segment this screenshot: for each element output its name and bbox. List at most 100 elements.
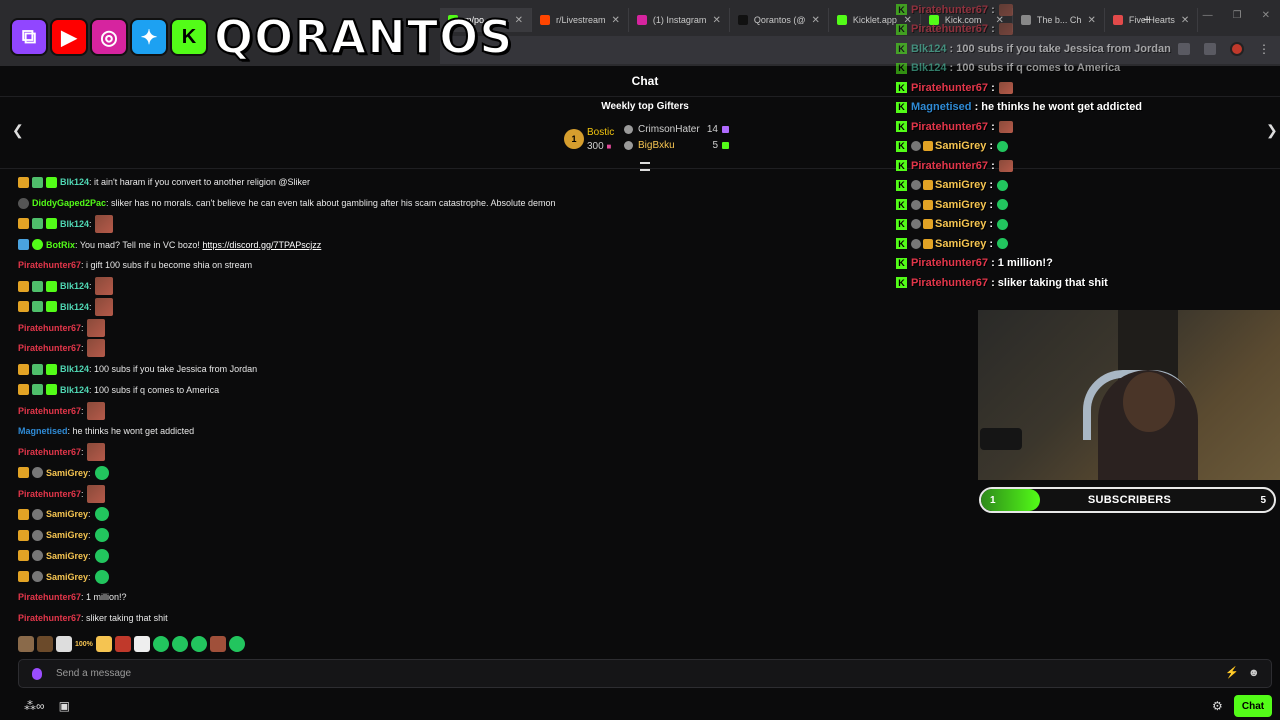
overlay-username: Piratehunter67 [911, 159, 989, 172]
emote-button[interactable] [37, 636, 53, 652]
chat-username[interactable]: Blk124 [60, 364, 89, 374]
chat-username[interactable]: SamiGrey [46, 551, 88, 561]
chat-message: Blk124: [18, 214, 898, 235]
emote-image [86, 339, 105, 358]
gear-icon[interactable]: ⚙ [1212, 699, 1223, 713]
crown-icon [923, 219, 933, 230]
chat-message: Blk124: [18, 297, 898, 318]
emote-image [997, 140, 1009, 152]
chat-message-text: : 1 million!? [81, 592, 127, 603]
emote-image [94, 297, 113, 316]
emote-button[interactable] [228, 636, 245, 652]
crown-badge-icon [18, 571, 29, 583]
chat-message-text: : [81, 447, 84, 458]
overlay-message-text: : [986, 179, 994, 192]
chat-username[interactable]: Blk124 [60, 302, 89, 312]
twitter-icon: ✦ [130, 18, 168, 56]
chat-message: SamiGrey: [18, 546, 898, 567]
send-chat-button[interactable]: Chat [1234, 695, 1272, 717]
twitch-icon: ⧉ [10, 18, 48, 56]
chat-username[interactable]: SamiGrey [46, 572, 88, 582]
pin-icon[interactable] [640, 162, 650, 171]
kick-icon: K [896, 121, 907, 133]
chat-username[interactable]: Piratehunter67 [18, 447, 81, 457]
chat-username[interactable]: Piratehunter67 [18, 323, 81, 333]
chat-username[interactable]: Magnetised [18, 426, 68, 436]
chat-message-text: : You mad? Tell me in VC bozo! [75, 239, 203, 250]
chat-username[interactable]: Piratehunter67 [18, 406, 81, 416]
emote-label[interactable]: 100% [75, 641, 93, 648]
close-tab-icon[interactable]: ✕ [612, 15, 620, 26]
sub-badge-icon [32, 301, 43, 313]
emote-button[interactable] [190, 636, 207, 652]
command-icon[interactable]: ⚡ [1225, 668, 1239, 679]
chat-username[interactable]: Blk124 [60, 281, 89, 291]
chat-message: Piratehunter67: [18, 483, 898, 504]
chat-message: Blk124: 100 subs if you take Jessica fro… [18, 359, 898, 380]
emote-button[interactable] [209, 636, 226, 652]
browser-tab[interactable]: (1) Instagram ✕ [629, 8, 730, 32]
close-tab-icon[interactable]: ✕ [712, 15, 720, 26]
emote-image [998, 120, 1013, 133]
gray-badge-icon [32, 529, 43, 541]
chat-username[interactable]: Piratehunter67 [18, 260, 81, 270]
emote-button[interactable] [114, 636, 131, 652]
sub-goal-label: SUBSCRIBERS [1087, 494, 1172, 506]
overlay-chat-message: K SamiGrey : [896, 176, 1280, 196]
emote-image [998, 23, 1013, 36]
sub-badge-icon [32, 280, 43, 292]
kick-icon: K [896, 160, 907, 172]
crown-badge-icon [18, 384, 29, 396]
message-input-box: ⚡ ☻ [18, 659, 1272, 688]
chat-username[interactable]: DiddyGaped2Pac [32, 198, 106, 208]
crown-badge-icon [18, 508, 29, 520]
gift-icon [722, 126, 729, 133]
crown-badge-icon [18, 218, 29, 230]
emote-button[interactable] [133, 636, 150, 652]
mic-icon[interactable] [32, 667, 42, 680]
store-icon[interactable]: ▣ [59, 699, 70, 713]
chat-message: SamiGrey: [18, 566, 898, 587]
kick-icon: K [896, 140, 907, 152]
browser-tab[interactable]: Qorantos (@ ✕ [730, 8, 829, 32]
chat-message-text: : [89, 281, 92, 292]
gifter-name[interactable]: CrimsonHater [638, 124, 707, 135]
emote-button[interactable] [56, 636, 72, 652]
chat-username[interactable]: Blk124 [60, 177, 89, 187]
browser-tab[interactable]: r/Livestream ✕ [532, 8, 629, 32]
chat-username[interactable]: Blk124 [60, 385, 89, 395]
chat-link[interactable]: https://discord.gg/7TPAPscjzz [202, 240, 321, 250]
message-input[interactable] [56, 668, 1225, 679]
overlay-message-text: : [988, 3, 995, 16]
emote-button[interactable] [95, 636, 112, 652]
close-tab-icon[interactable]: ✕ [515, 15, 523, 26]
favicon-icon [836, 15, 847, 25]
emote-button[interactable] [171, 636, 188, 652]
gifter-name[interactable]: BigBxku [638, 140, 712, 151]
chat-username[interactable]: BotRix [46, 240, 75, 250]
tab-title: r/Livestream [556, 15, 606, 25]
emote-image [997, 179, 1009, 191]
recent-emotes-bar: 100% [18, 636, 245, 652]
top-gifter-name[interactable]: Bostic [587, 127, 614, 138]
stream-overlay-chat: K Piratehunter67 : K Piratehunter67 : K Blk12… [896, 0, 1280, 293]
overlay-chat-message: K SamiGrey : [896, 137, 1280, 157]
chevron-left-icon[interactable]: ❮ [12, 122, 24, 139]
youtube-icon: ▶ [50, 18, 88, 56]
chat-username[interactable]: Piratehunter67 [18, 343, 81, 353]
emote-button[interactable] [152, 636, 169, 652]
chat-username[interactable]: Piratehunter67 [18, 489, 81, 499]
emote-picker-icon[interactable]: ☻ [1248, 668, 1260, 679]
chat-username[interactable]: SamiGrey [46, 468, 88, 478]
gifter-count: 5 [712, 140, 718, 151]
kick-icon: K [896, 277, 907, 289]
chat-username[interactable]: SamiGrey [46, 509, 88, 519]
chat-message-text: : [88, 571, 91, 582]
chat-username[interactable]: Blk124 [60, 219, 89, 229]
close-tab-icon[interactable]: ✕ [811, 15, 819, 26]
chat-username[interactable]: SamiGrey [46, 530, 88, 540]
chat-username[interactable]: Piratehunter67 [18, 592, 81, 602]
points-icon[interactable]: ⁂∞ [24, 699, 45, 713]
chat-username[interactable]: Piratehunter67 [18, 613, 81, 623]
emote-button[interactable] [18, 636, 34, 652]
